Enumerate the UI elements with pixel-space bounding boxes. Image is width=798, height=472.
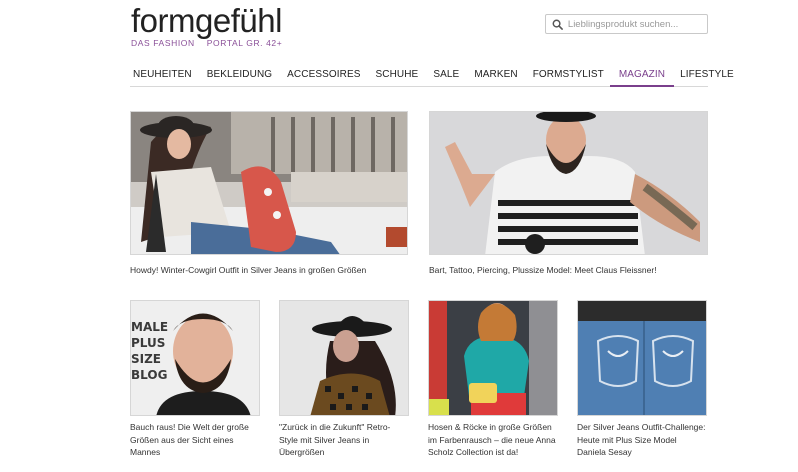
nav-item-lifestyle[interactable]: LIFESTYLE (674, 66, 740, 87)
svg-text:MALE: MALE (131, 320, 168, 334)
search-input[interactable] (567, 18, 707, 30)
article-card-large[interactable]: Bart, Tattoo, Piercing, Plussize Model: … (429, 111, 708, 277)
nav-item-magazin[interactable]: MAGAZIN (609, 66, 675, 87)
nav-item-marken[interactable]: MARKEN (465, 66, 523, 87)
article-card-small[interactable]: "Zurück in die Zukunft" Retro-Style mit … (279, 300, 409, 459)
article-card-large[interactable]: Howdy! Winter-Cowgirl Outfit in Silver J… (130, 111, 408, 277)
svg-text:BLOG: BLOG (131, 368, 167, 382)
article-photo-colors[interactable] (428, 300, 558, 416)
article-caption[interactable]: Bart, Tattoo, Piercing, Plussize Model: … (429, 264, 708, 277)
article-caption[interactable]: "Zurück in die Zukunft" Retro-Style mit … (279, 421, 409, 459)
article-caption[interactable]: Hosen & Röcke in große Größen im Farbenr… (428, 421, 558, 459)
logo-tagline-left: DAS FASHION (131, 38, 195, 48)
nav-item-neuheiten[interactable]: NEUHEITEN (130, 66, 198, 87)
article-photo-cowgirl[interactable] (130, 111, 408, 255)
logo-tagline: DAS FASHION PORTAL GR. 42+ (131, 38, 282, 48)
article-photo-male-blog[interactable]: MALE PLUS SIZE BLOG (130, 300, 260, 416)
nav-item-accessoires[interactable]: ACCESSOIRES (278, 66, 366, 87)
article-photo-jeans[interactable] (577, 300, 707, 416)
logo-tagline-right: PORTAL GR. 42+ (206, 38, 283, 48)
nav-item-formstylist[interactable]: FORMSTYLIST (524, 66, 610, 87)
article-photo-retro[interactable] (279, 300, 409, 416)
article-photo-claus[interactable] (429, 111, 708, 255)
search-icon[interactable] (551, 17, 565, 31)
site-logo[interactable]: formgefühl DAS FASHION PORTAL GR. 42+ (131, 2, 282, 48)
nav-item-schuhe[interactable]: SCHUHE (367, 66, 425, 87)
logo-wordmark: formgefühl (131, 2, 282, 39)
nav-item-sale[interactable]: SALE (424, 66, 465, 87)
main-navigation: NEUHEITEN BEKLEIDUNG ACCESSOIRES SCHUHE … (130, 66, 734, 87)
svg-text:SIZE: SIZE (131, 352, 161, 366)
svg-text:PLUS: PLUS (131, 336, 165, 350)
article-card-small[interactable]: Der Silver Jeans Outfit-Challenge: Heute… (577, 300, 707, 459)
article-caption[interactable]: Bauch raus! Die Welt der große Größen au… (130, 421, 260, 459)
nav-item-bekleidung[interactable]: BEKLEIDUNG (198, 66, 278, 87)
article-card-small[interactable]: Hosen & Röcke in große Größen im Farbenr… (428, 300, 558, 459)
article-card-small[interactable]: MALE PLUS SIZE BLOG Bauch raus! Die Welt de… (130, 300, 260, 459)
article-caption[interactable]: Der Silver Jeans Outfit-Challenge: Heute… (577, 421, 707, 459)
article-caption[interactable]: Howdy! Winter-Cowgirl Outfit in Silver J… (130, 264, 408, 277)
search-box[interactable] (545, 14, 708, 34)
